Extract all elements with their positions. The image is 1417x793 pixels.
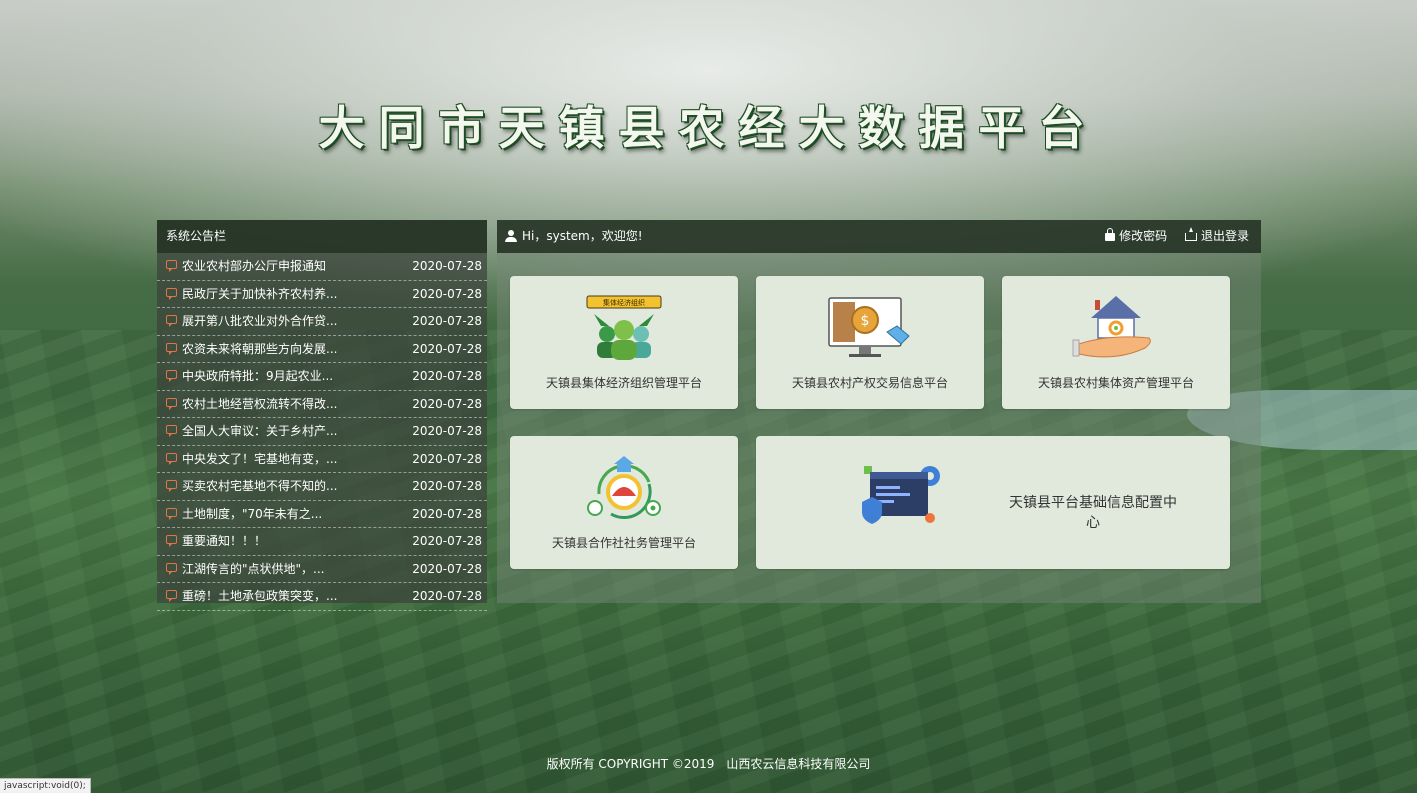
cooperative-cycle-icon: [587, 456, 661, 520]
notice-title[interactable]: 江湖传言的"点状供地"，...: [182, 556, 324, 582]
notice-date: 2020-07-28: [412, 506, 482, 521]
user-actions: 修改密码 退出登录: [1091, 220, 1249, 253]
notice-title[interactable]: 农资未来将朝那些方向发展...: [182, 336, 337, 362]
cooperative-label: 天镇县合作社社务管理平台: [551, 536, 696, 550]
notice-date: 2020-07-28: [412, 396, 482, 411]
platform-panel: Hi，system，欢迎您! 修改密码 退出登录 集体经济组织 天镇县集体经济组…: [497, 220, 1261, 603]
notice-item[interactable]: 买卖农村宅基地不得不知的... 2020-07-28: [157, 473, 487, 501]
logout-label: 退出登录: [1200, 229, 1249, 243]
notice-date: 2020-07-28: [412, 369, 482, 383]
user-icon: [505, 230, 517, 242]
notice-item[interactable]: 江湖传言的"点状供地"，... 2020-07-28: [157, 556, 487, 583]
notice-title[interactable]: 农村土地经营权流转不得改...: [182, 391, 337, 417]
greeting-text: Hi，system，欢迎您!: [522, 229, 643, 243]
notice-item[interactable]: 农村土地经营权流转不得改... 2020-07-28: [157, 391, 487, 418]
change-password-label: 修改密码: [1119, 229, 1168, 243]
user-bar: Hi，system，欢迎您! 修改密码 退出登录: [497, 220, 1261, 253]
notice-date: 2020-07-28: [412, 259, 482, 273]
config-center-card[interactable]: 天镇县平台基础信息配置中心: [756, 436, 1230, 569]
footer: 版权所有 COPYRIGHT ©2019 山西农云信息科技有限公司: [0, 755, 1417, 772]
notice-date: 2020-07-28: [412, 451, 482, 466]
notice-date: 2020-07-28: [412, 479, 482, 493]
people-group-icon: 集体经济组织: [586, 295, 662, 360]
monitor-coin-icon: $: [828, 297, 910, 357]
status-bar: javascript:void(0);: [0, 778, 91, 793]
notice-item[interactable]: 全国人大审议：关于乡村产... 2020-07-28: [157, 418, 487, 446]
notice-item[interactable]: 中央发文了！宅基地有变，... 2020-07-28: [157, 446, 487, 473]
copyright-text: 版权所有 COPYRIGHT ©2019: [546, 757, 715, 771]
message-icon: [166, 425, 177, 437]
message-icon: [166, 507, 177, 520]
logout-link[interactable]: 退出登录: [1184, 220, 1249, 253]
message-icon: [166, 480, 177, 492]
notice-list: 农业农村部办公厅申报通知 2020-07-28 民政厅关于加快补齐农村养... 20…: [157, 253, 487, 611]
notice-title[interactable]: 展开第八批农业对外合作贷...: [182, 308, 337, 334]
message-icon: [166, 260, 177, 272]
message-icon: [166, 590, 177, 602]
notice-date: 2020-07-28: [412, 286, 482, 301]
logout-icon: [1184, 227, 1197, 241]
collective-asset-label: 天镇县农村集体资产管理平台: [1037, 376, 1194, 390]
notice-header: 系统公告栏: [157, 220, 487, 253]
notice-title[interactable]: 土地制度，"70年未有之...: [182, 501, 322, 527]
notice-title[interactable]: 中央发文了！宅基地有变，...: [182, 446, 337, 472]
badge-text: 集体经济组织: [603, 298, 645, 307]
house-hand-icon: [1072, 296, 1151, 358]
notice-item[interactable]: 民政厅关于加快补齐农村养... 2020-07-28: [157, 281, 487, 308]
notice-board: 系统公告栏 农业农村部办公厅申报通知 2020-07-28 民政厅关于加快补齐农村…: [157, 220, 487, 611]
notice-date: 2020-07-28: [412, 589, 482, 603]
property-trade-label: 天镇县农村产权交易信息平台: [791, 376, 948, 390]
message-icon: [166, 562, 177, 575]
notice-item[interactable]: 重磅！土地承包政策突变，... 2020-07-28: [157, 583, 487, 611]
svg-text:$: $: [861, 313, 870, 329]
message-icon: [166, 535, 177, 547]
notice-date: 2020-07-28: [412, 561, 482, 576]
notice-title[interactable]: 重磅！土地承包政策突变，...: [182, 583, 337, 609]
greeting: Hi，system，欢迎您!: [505, 220, 643, 253]
page-title: 大同市天镇县农经大数据平台: [318, 101, 1099, 155]
settings-code-icon: [862, 466, 940, 524]
notice-item[interactable]: 重要通知！！！ 2020-07-28: [157, 528, 487, 556]
notice-item[interactable]: 中央政府特批：9月起农业... 2020-07-28: [157, 363, 487, 391]
notice-item[interactable]: 展开第八批农业对外合作贷... 2020-07-28: [157, 308, 487, 336]
collective-org-label: 天镇县集体经济组织管理平台: [545, 376, 702, 390]
message-icon: [166, 342, 177, 355]
message-icon: [166, 397, 177, 410]
company-name: 山西农云信息科技有限公司: [726, 757, 871, 771]
notice-title[interactable]: 全国人大审议：关于乡村产...: [182, 418, 337, 444]
config-center-label: 天镇县平台基础信息配置中心: [1009, 495, 1177, 531]
change-password-link[interactable]: 修改密码: [1105, 220, 1167, 253]
notice-title[interactable]: 买卖农村宅基地不得不知的...: [182, 473, 337, 499]
message-icon: [166, 315, 177, 327]
notice-title[interactable]: 中央政府特批：9月起农业...: [182, 363, 333, 389]
notice-item[interactable]: 农资未来将朝那些方向发展... 2020-07-28: [157, 336, 487, 363]
message-icon: [166, 452, 177, 465]
notice-item[interactable]: 农业农村部办公厅申报通知 2020-07-28: [157, 253, 487, 281]
cooperative-card[interactable]: 天镇县合作社社务管理平台: [510, 436, 738, 569]
notice-title[interactable]: 民政厅关于加快补齐农村养...: [182, 281, 337, 307]
notice-title[interactable]: 重要通知！！！: [182, 528, 266, 554]
lock-icon: [1105, 228, 1116, 241]
collective-asset-card[interactable]: 天镇县农村集体资产管理平台: [1002, 276, 1230, 409]
property-trade-card[interactable]: $ 天镇县农村产权交易信息平台: [756, 276, 984, 409]
notice-item[interactable]: 土地制度，"70年未有之... 2020-07-28: [157, 501, 487, 528]
notice-date: 2020-07-28: [412, 314, 482, 328]
message-icon: [166, 370, 177, 382]
notice-date: 2020-07-28: [412, 534, 482, 548]
collective-org-card[interactable]: 集体经济组织 天镇县集体经济组织管理平台: [510, 276, 738, 409]
notice-title[interactable]: 农业农村部办公厅申报通知: [182, 253, 326, 279]
notice-date: 2020-07-28: [412, 341, 482, 356]
notice-date: 2020-07-28: [412, 424, 482, 438]
message-icon: [166, 287, 177, 300]
